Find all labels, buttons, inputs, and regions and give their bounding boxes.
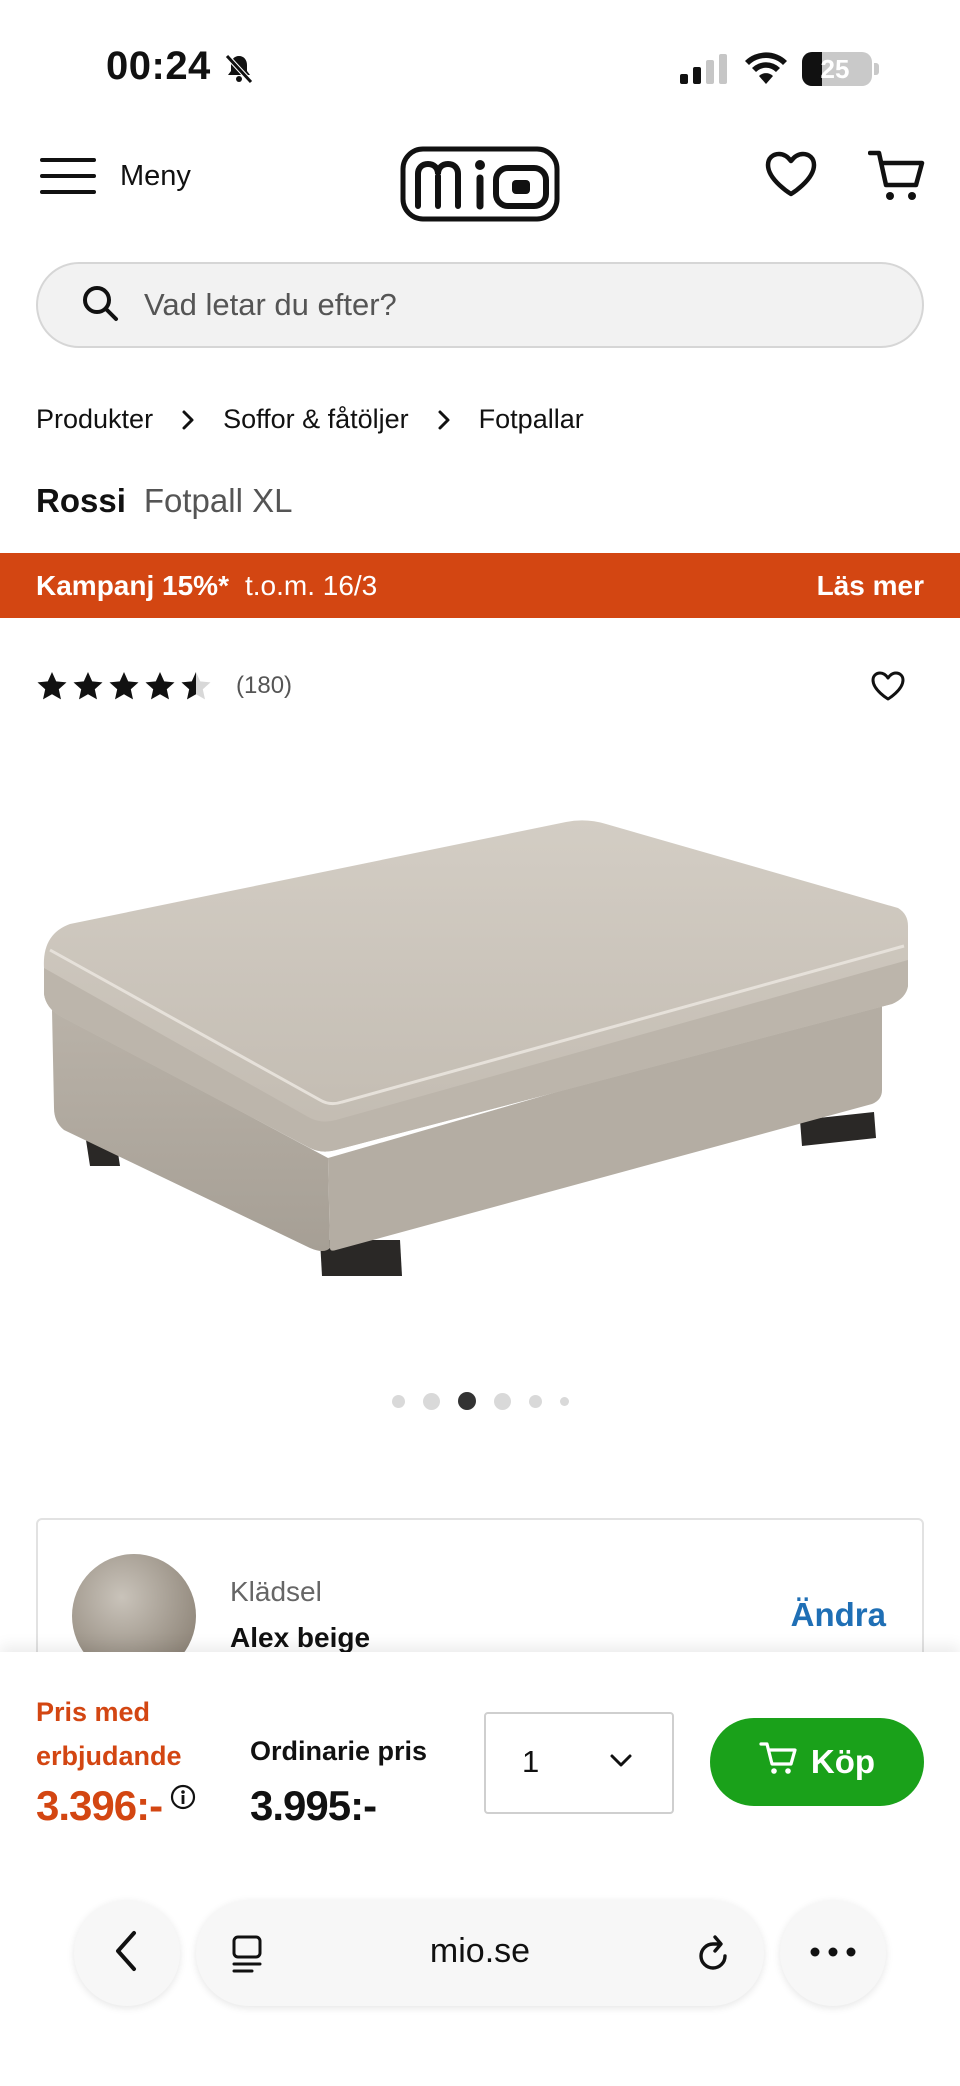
promo-text: Kampanj 15%* bbox=[36, 569, 229, 601]
carousel-dot[interactable] bbox=[559, 1396, 569, 1406]
carousel-dot[interactable] bbox=[493, 1392, 511, 1410]
chevron-right-icon bbox=[437, 409, 451, 431]
upholstery-label: Klädsel bbox=[230, 1576, 322, 1607]
product-title: Rossi Fotpall XL bbox=[36, 482, 292, 520]
menu-label: Meny bbox=[120, 159, 191, 192]
rating-stars bbox=[36, 670, 212, 702]
hamburger-icon bbox=[36, 154, 98, 198]
cellular-signal-icon bbox=[680, 54, 730, 89]
wishlist-heart-icon[interactable] bbox=[764, 150, 818, 203]
search-icon bbox=[80, 283, 120, 328]
info-icon[interactable] bbox=[170, 1784, 196, 1815]
offer-price: 3.396:- bbox=[36, 1782, 163, 1829]
battery-icon: 25 bbox=[802, 52, 879, 86]
browser-toolbar: mio.se bbox=[0, 1900, 960, 2010]
carousel-dot[interactable] bbox=[391, 1394, 405, 1408]
status-time: 00:24 bbox=[106, 44, 211, 88]
chevron-left-icon bbox=[114, 1929, 140, 1978]
upholstery-value: Alex beige bbox=[230, 1622, 371, 1653]
review-count[interactable]: (180) bbox=[236, 672, 292, 700]
image-carousel-dots bbox=[0, 1392, 960, 1410]
back-button[interactable] bbox=[74, 1900, 180, 2006]
carousel-dot-active[interactable] bbox=[457, 1392, 476, 1410]
breadcrumb-item-footstools[interactable]: Fotpallar bbox=[479, 404, 584, 435]
cart-icon[interactable] bbox=[867, 148, 926, 209]
promo-banner[interactable]: Kampanj 15%* t.o.m. 16/3 Läs mer bbox=[0, 553, 960, 618]
search-bar[interactable] bbox=[36, 262, 924, 348]
ellipsis-icon bbox=[810, 1944, 856, 1962]
url-text: mio.se bbox=[429, 1932, 531, 1970]
breadcrumb: Produkter Soffor & fåtöljer Fotpallar bbox=[36, 404, 584, 435]
purchase-bar: Pris med erbjudande 3.396:- Ordinarie pr… bbox=[0, 1652, 960, 2086]
promo-read-more-link[interactable]: Läs mer bbox=[817, 553, 924, 618]
menu-button[interactable]: Meny bbox=[36, 154, 191, 198]
product-model: Fotpall XL bbox=[143, 482, 293, 519]
offer-price-label: Pris med erbjudande bbox=[36, 1697, 182, 1771]
battery-percent: 25 bbox=[820, 54, 850, 84]
favorite-heart-icon[interactable] bbox=[870, 670, 906, 707]
cart-icon bbox=[759, 1740, 797, 1784]
star-icon bbox=[109, 672, 139, 700]
quantity-select[interactable]: 1 bbox=[484, 1712, 674, 1814]
status-bar: 00:24 25 bbox=[0, 0, 960, 120]
bell-muted-icon bbox=[222, 52, 256, 91]
reload-icon[interactable] bbox=[694, 1932, 732, 1979]
mio-logo[interactable] bbox=[400, 146, 560, 222]
star-icon bbox=[73, 672, 103, 700]
search-input[interactable] bbox=[144, 287, 864, 323]
breadcrumb-item-products[interactable]: Produkter bbox=[36, 404, 153, 435]
breadcrumb-item-sofas[interactable]: Soffor & fåtöljer bbox=[223, 404, 409, 435]
chevron-right-icon bbox=[181, 409, 195, 431]
carousel-dot[interactable] bbox=[422, 1392, 440, 1410]
site-header: Meny bbox=[0, 140, 960, 232]
address-bar[interactable]: mio.se bbox=[196, 1900, 764, 2006]
quantity-value: 1 bbox=[522, 1744, 540, 1779]
product-brand: Rossi bbox=[36, 482, 126, 519]
regular-price: 3.995:- bbox=[250, 1782, 377, 1829]
buy-label: Köp bbox=[810, 1743, 876, 1780]
buy-button[interactable]: Köp bbox=[710, 1718, 924, 1806]
chevron-down-icon bbox=[608, 1752, 634, 1775]
star-icon bbox=[37, 672, 67, 700]
product-rating[interactable]: (180) bbox=[36, 670, 292, 702]
star-icon bbox=[145, 672, 175, 700]
product-image[interactable] bbox=[40, 800, 920, 1300]
change-upholstery-link[interactable]: Ändra bbox=[791, 1596, 886, 1634]
promo-date: t.o.m. 16/3 bbox=[244, 569, 378, 601]
star-half-icon bbox=[181, 672, 211, 700]
wifi-icon bbox=[744, 50, 788, 89]
more-options-button[interactable] bbox=[780, 1900, 886, 2006]
carousel-dot[interactable] bbox=[528, 1394, 542, 1408]
regular-price-label: Ordinarie pris bbox=[250, 1736, 428, 1766]
